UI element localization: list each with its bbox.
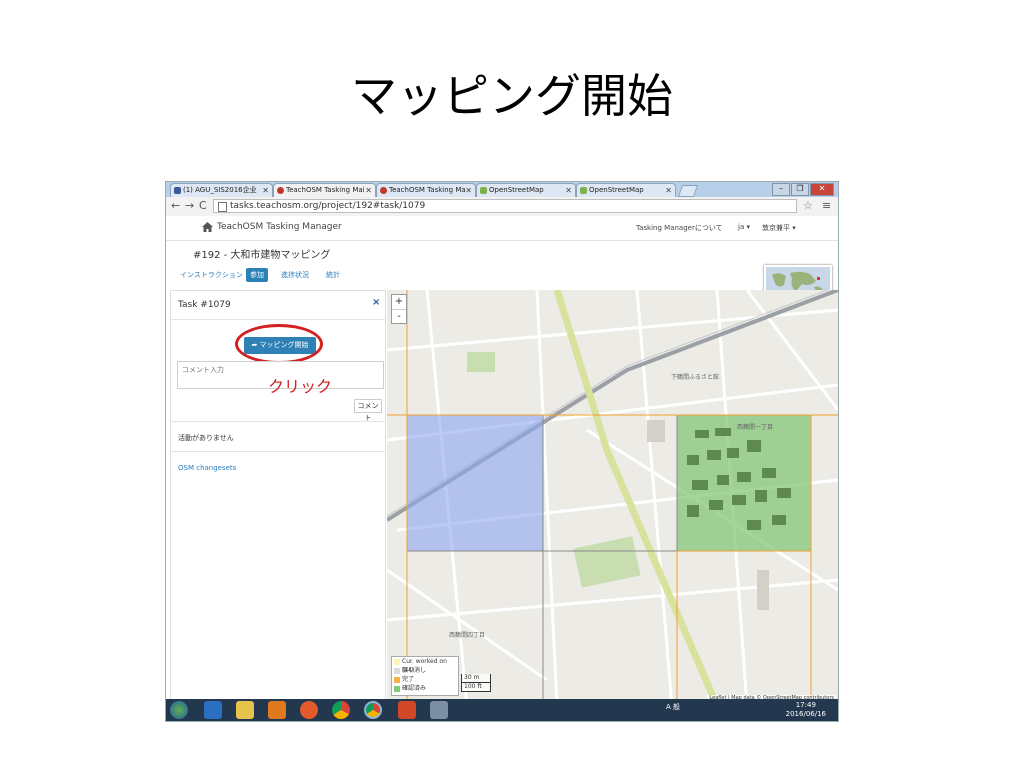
- explorer-icon[interactable]: [236, 701, 254, 719]
- no-history-text: 活動がありません: [178, 434, 234, 442]
- browser-tab-2[interactable]: TeachOSM Tasking Mai ✕: [273, 183, 376, 197]
- close-icon[interactable]: ✕: [365, 184, 372, 197]
- park-area: [573, 536, 641, 588]
- task-panel: Task #1079 × ➦ マッピング開始 クリック コメント 活動がありませ…: [170, 290, 386, 700]
- map-place-label: 下鶴間ふるさと館: [671, 374, 720, 381]
- url-text: tasks.teachosm.org/project/192#task/1079: [230, 201, 426, 211]
- start-icon[interactable]: [170, 701, 188, 719]
- browser-tab-1[interactable]: (1) AGU_SIS2016企业 ✕: [170, 183, 273, 197]
- osm-icon: [480, 187, 487, 194]
- browser-tab-label: TeachOSM Tasking Mai: [286, 186, 365, 194]
- language-dropdown[interactable]: ja ▾: [738, 223, 750, 231]
- zoom-in-button[interactable]: +: [392, 295, 406, 310]
- close-icon[interactable]: ✕: [262, 184, 269, 197]
- close-icon[interactable]: ✕: [565, 184, 572, 197]
- bookmark-star-icon[interactable]: ☆: [803, 199, 813, 212]
- project-title: #192 - 大和市建物マッピング: [193, 250, 331, 261]
- legend-label: 完了: [402, 676, 415, 683]
- close-icon[interactable]: ×: [372, 297, 380, 308]
- reload-button[interactable]: C: [199, 199, 207, 213]
- paint-icon[interactable]: [430, 701, 448, 719]
- browser-toolbar: ← → C tasks.teachosm.org/project/192#tas…: [166, 197, 838, 217]
- browser-tab-5[interactable]: OpenStreetMap ✕: [576, 183, 676, 197]
- scale-metric: 30 m: [461, 674, 491, 683]
- address-bar[interactable]: tasks.teachosm.org/project/192#task/1079: [213, 199, 797, 213]
- zoom-out-button[interactable]: -: [392, 310, 406, 324]
- minimize-button[interactable]: –: [772, 183, 790, 196]
- new-tab-button[interactable]: [677, 185, 699, 197]
- teachosm-icon: [277, 187, 284, 194]
- highlight-circle: [235, 324, 323, 364]
- chrome-icon[interactable]: [332, 701, 350, 719]
- task-map[interactable]: + - 下鶴間ふるさと館 西鶴間一丁目 西鶴間四丁目 Cur. worked o…: [387, 290, 838, 706]
- page-icon: [218, 202, 227, 212]
- app-navbar: TeachOSM Tasking Manager Tasking Manager…: [166, 216, 838, 241]
- user-dropdown[interactable]: 敦京兼平 ▾: [762, 223, 796, 233]
- legend-swatch: [394, 668, 400, 674]
- windows-taskbar: A 般 17:49 2016/06/16: [166, 699, 838, 721]
- home-icon[interactable]: [202, 222, 213, 232]
- media-player-icon[interactable]: [268, 701, 286, 719]
- legend-label: 確認済み: [402, 685, 427, 692]
- browser-tab-label: TeachOSM Tasking Ma: [389, 186, 466, 194]
- tab-stats[interactable]: 統計: [326, 270, 340, 280]
- close-icon[interactable]: ✕: [665, 184, 672, 197]
- taskbar-clock[interactable]: 17:49 2016/06/16: [786, 701, 826, 719]
- map-canvas[interactable]: [387, 290, 838, 706]
- close-window-button[interactable]: ✕: [810, 183, 834, 196]
- map-place-label: 西鶴間四丁目: [449, 632, 486, 639]
- browser-screenshot: (1) AGU_SIS2016企业 ✕ TeachOSM Tasking Mai…: [165, 181, 839, 722]
- slide-title: マッピング開始: [351, 69, 673, 123]
- scale-imperial: 100 ft: [461, 683, 491, 692]
- legend-label: 取り消し: [402, 667, 427, 674]
- task-title: Task #1079: [178, 300, 231, 310]
- legend-swatch: [394, 677, 400, 683]
- legend-swatch: [394, 686, 400, 692]
- browser-tab-4[interactable]: OpenStreetMap ✕: [476, 183, 576, 197]
- forward-button[interactable]: →: [185, 199, 194, 213]
- ie-icon[interactable]: [204, 701, 222, 719]
- comment-button[interactable]: コメント: [354, 399, 382, 422]
- about-link[interactable]: Tasking Managerについて: [636, 223, 723, 233]
- facebook-icon: [174, 187, 181, 194]
- firefox-icon[interactable]: [300, 701, 318, 719]
- park-area: [467, 352, 495, 372]
- browser-tab-label: OpenStreetMap: [589, 186, 644, 194]
- divider: [171, 319, 385, 320]
- osm-icon: [580, 187, 587, 194]
- maximize-button[interactable]: ❐: [791, 183, 809, 196]
- click-annotation: クリック: [268, 377, 333, 396]
- divider: [171, 421, 385, 422]
- osm-changesets-link[interactable]: OSM changesets: [178, 464, 236, 472]
- chrome-active-icon[interactable]: [364, 701, 382, 719]
- map-legend: Cur. worked on (44) 取り消し 完了 確認済み: [391, 656, 459, 696]
- tab-progress[interactable]: 進捗状況: [281, 270, 309, 280]
- browser-tab-label: OpenStreetMap: [489, 186, 544, 194]
- window-controls: – ❐ ✕: [772, 183, 834, 196]
- browser-tab-label: (1) AGU_SIS2016企业: [183, 186, 257, 194]
- map-scale: 30 m 100 ft: [461, 674, 491, 694]
- building: [647, 420, 665, 442]
- browser-menu-icon[interactable]: ≡: [822, 199, 831, 212]
- tab-participate[interactable]: 参加: [246, 268, 268, 282]
- clock-date: 2016/06/16: [785, 710, 826, 718]
- map-place-label: 西鶴間一丁目: [737, 424, 774, 431]
- browser-tab-3[interactable]: TeachOSM Tasking Ma ✕: [376, 183, 476, 197]
- tab-instructions[interactable]: インストラクション: [180, 270, 243, 280]
- task-cell-selected[interactable]: [406, 414, 544, 552]
- legend-swatch: [394, 659, 400, 665]
- divider: [171, 451, 385, 452]
- zoom-control: + -: [391, 294, 407, 324]
- clock-time: 17:49: [795, 701, 816, 709]
- tab-strip: (1) AGU_SIS2016企业 ✕ TeachOSM Tasking Mai…: [166, 182, 838, 197]
- building: [757, 570, 769, 610]
- app-brand[interactable]: TeachOSM Tasking Manager: [217, 222, 342, 232]
- back-button[interactable]: ←: [171, 199, 180, 213]
- teachosm-icon: [380, 187, 387, 194]
- close-icon[interactable]: ✕: [465, 184, 472, 197]
- powerpoint-icon[interactable]: [398, 701, 416, 719]
